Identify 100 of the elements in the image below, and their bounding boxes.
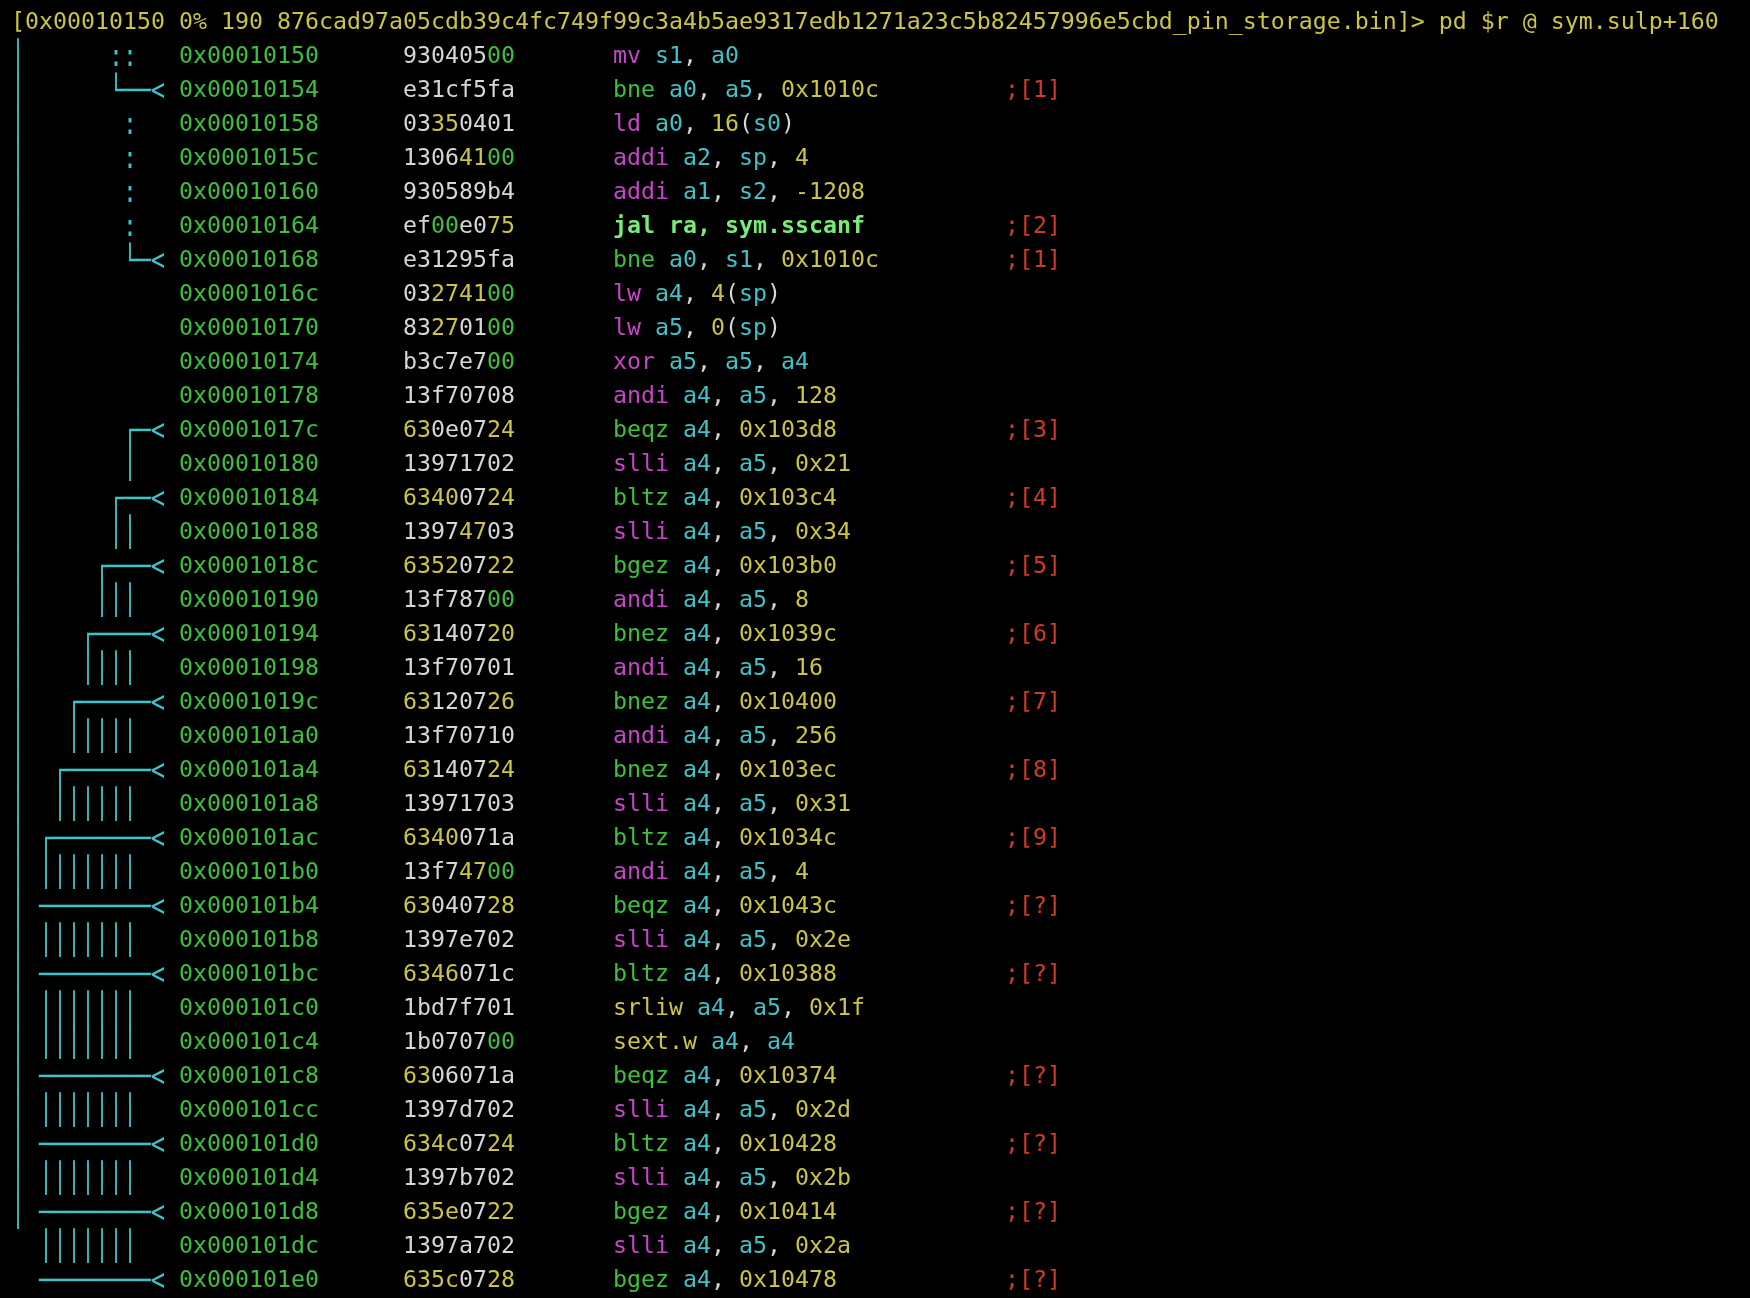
address-text: 0x0001018c <box>179 551 319 579</box>
address-text: 0x000101d8 <box>179 1197 319 1225</box>
instruction-text: andi a4, a5, 128 <box>613 381 837 409</box>
branch-arrow-graph: │ : <box>11 208 137 242</box>
address-text: 0x000101b0 <box>179 857 319 885</box>
instruction-text: xor a5, a5, a4 <box>613 347 809 375</box>
opcode-bytes: 1b070700 <box>403 1027 515 1055</box>
opcode-bytes: 13971703 <box>403 789 515 817</box>
branch-arrow-graph: │ ────────< <box>11 1058 165 1092</box>
instruction-text: addi a2, sp, 4 <box>613 143 809 171</box>
instruction-text: bnez a4, 0x103ec <box>613 755 837 783</box>
address-text: 0x00010158 <box>179 109 319 137</box>
address-text: 0x00010168 <box>179 245 319 273</box>
instruction-text: sext.w a4, a4 <box>613 1027 795 1055</box>
branch-arrow-graph: │ ┌──────< <box>11 752 165 786</box>
address-text: 0x0001017c <box>179 415 319 443</box>
branch-arrow-graph: │ │││││││ <box>11 990 137 1024</box>
jump-ref-comment: ;[7] <box>1005 687 1061 715</box>
branch-arrow-graph: │ <box>11 344 25 378</box>
opcode-bytes: 930589b4 <box>403 177 515 205</box>
address-text: 0x00010150 <box>179 41 319 69</box>
opcode-bytes: 83270100 <box>403 313 515 341</box>
branch-arrow-graph: │ : <box>11 174 137 208</box>
branch-arrow-graph: │ │││││││ <box>11 1092 137 1126</box>
opcode-bytes: 6340071a <box>403 823 515 851</box>
opcode-bytes: 13971702 <box>403 449 515 477</box>
branch-arrow-graph: │ <box>11 276 25 310</box>
opcode-bytes: 1bd7f701 <box>403 993 515 1021</box>
jump-ref-comment: ;[3] <box>1005 415 1061 443</box>
branch-arrow-graph: │ │││││││ <box>11 854 137 888</box>
instruction-text: bgez a4, 0x10414 <box>613 1197 837 1225</box>
address-text: 0x00010174 <box>179 347 319 375</box>
instruction-text: beqz a4, 0x103d8 <box>613 415 837 443</box>
instruction-text: slli a4, a5, 0x21 <box>613 449 851 477</box>
branch-arrow-graph: │ <box>11 310 25 344</box>
instruction-text: addi a1, s2, -1208 <box>613 177 865 205</box>
address-text: 0x00010180 <box>179 449 319 477</box>
branch-arrow-graph: │ ┌──< <box>11 480 165 514</box>
jump-ref-comment: ;[?] <box>1005 1129 1061 1157</box>
jump-ref-comment: ;[8] <box>1005 755 1061 783</box>
instruction-text: bne a0, s1, 0x1010c <box>613 245 879 273</box>
jump-ref-comment: ;[4] <box>1005 483 1061 511</box>
instruction-text: srliw a4, a5, 0x1f <box>613 993 865 1021</box>
jump-ref-comment: ;[1] <box>1005 75 1061 103</box>
branch-arrow-graph: │ ────────< <box>11 956 165 990</box>
address-text: 0x000101b8 <box>179 925 319 953</box>
instruction-text: bltz a4, 0x10388 <box>613 959 837 987</box>
opcode-bytes: 13974703 <box>403 517 515 545</box>
opcode-bytes: 635e0722 <box>403 1197 515 1225</box>
opcode-bytes: 03350401 <box>403 109 515 137</box>
address-text: 0x00010184 <box>179 483 319 511</box>
branch-arrow-graph: │ ────────< <box>11 888 165 922</box>
instruction-text: slli a4, a5, 0x2d <box>613 1095 851 1123</box>
opcode-bytes: 1397e702 <box>403 925 515 953</box>
branch-arrow-graph: │ ┌─< <box>11 412 165 446</box>
address-text: 0x000101b4 <box>179 891 319 919</box>
address-text: 0x00010178 <box>179 381 319 409</box>
branch-arrow-graph: ────────< <box>37 1262 165 1296</box>
address-text: 0x00010170 <box>179 313 319 341</box>
branch-arrow-graph: │ ────────< <box>11 1194 165 1228</box>
opcode-bytes: 635c0728 <box>403 1265 515 1293</box>
instruction-text: slli a4, a5, 0x34 <box>613 517 851 545</box>
opcode-bytes: 630e0724 <box>403 415 515 443</box>
opcode-bytes: 1397a702 <box>403 1231 515 1259</box>
address-text: 0x000101c0 <box>179 993 319 1021</box>
jump-ref-comment: ;[?] <box>1005 1265 1061 1293</box>
opcode-bytes: 63400724 <box>403 483 515 511</box>
address-text: 0x000101dc <box>179 1231 319 1259</box>
instruction-text: bne a0, a5, 0x1010c <box>613 75 879 103</box>
branch-arrow-graph: │ ┌───────< <box>11 820 165 854</box>
branch-arrow-graph: │ :: <box>11 38 137 72</box>
address-text: 0x0001015c <box>179 143 319 171</box>
opcode-bytes: 63140720 <box>403 619 515 647</box>
instruction-text: beqz a4, 0x1043c <box>613 891 837 919</box>
address-text: 0x000101a4 <box>179 755 319 783</box>
instruction-text: andi a4, a5, 4 <box>613 857 809 885</box>
address-text: 0x000101d0 <box>179 1129 319 1157</box>
address-text: 0x000101a8 <box>179 789 319 817</box>
address-text: 0x00010154 <box>179 75 319 103</box>
address-text: 0x000101c8 <box>179 1061 319 1089</box>
jump-ref-comment: ;[1] <box>1005 245 1061 273</box>
opcode-bytes: e31cf5fa <box>403 75 515 103</box>
instruction-text: slli a4, a5, 0x2e <box>613 925 851 953</box>
branch-arrow-graph: │ │││ <box>11 582 137 616</box>
opcode-bytes: 63520722 <box>403 551 515 579</box>
opcode-bytes: 13f70701 <box>403 653 515 681</box>
opcode-bytes: 93040500 <box>403 41 515 69</box>
branch-arrow-graph: │ │││││││ <box>11 922 137 956</box>
address-text: 0x00010194 <box>179 619 319 647</box>
instruction-text: andi a4, a5, 256 <box>613 721 837 749</box>
instruction-text: andi a4, a5, 16 <box>613 653 823 681</box>
jump-ref-comment: ;[9] <box>1005 823 1061 851</box>
address-text: 0x000101e0 <box>179 1265 319 1293</box>
address-text: 0x00010164 <box>179 211 319 239</box>
instruction-text: andi a4, a5, 8 <box>613 585 809 613</box>
address-text: 0x00010198 <box>179 653 319 681</box>
address-text: 0x000101cc <box>179 1095 319 1123</box>
opcode-bytes: 13f78700 <box>403 585 515 613</box>
opcode-bytes: 6306071a <box>403 1061 515 1089</box>
address-text: 0x000101a0 <box>179 721 319 749</box>
